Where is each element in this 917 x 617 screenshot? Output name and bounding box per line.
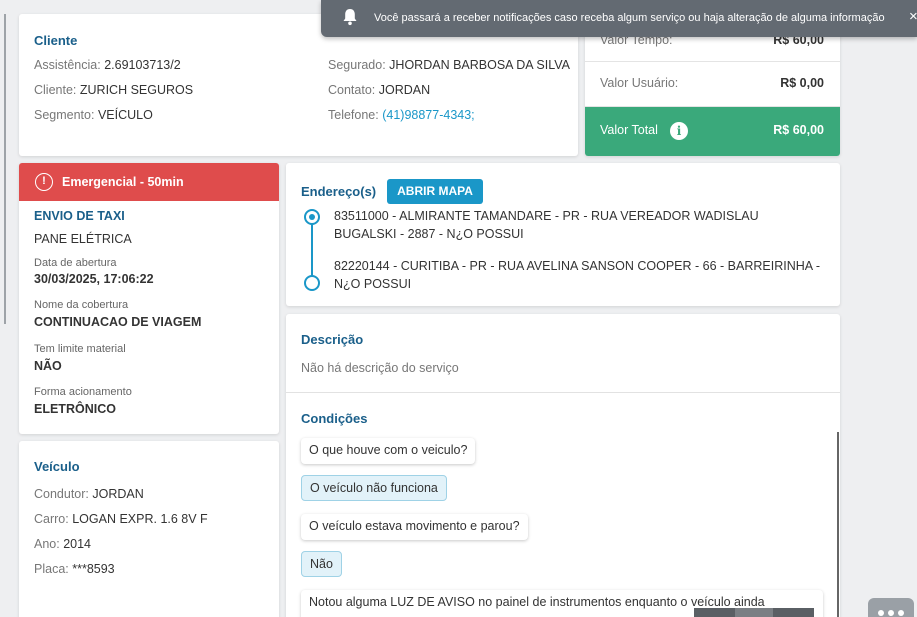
acionamento-label: Forma acionamento: [34, 386, 132, 398]
placa-label: Placa:: [34, 562, 69, 576]
notification-toast: Você passará a receber notificações caso…: [321, 0, 917, 37]
contato-label: Contato:: [328, 83, 376, 97]
ano-value: 2014: [63, 537, 92, 551]
chat-dot: [888, 610, 894, 616]
bottom-overlay-segment: [735, 608, 773, 617]
condicao-question: O que houve com o veiculo?: [301, 438, 476, 464]
veiculo-card: Veículo Condutor: JORDAN Carro: LOGAN EX…: [19, 441, 279, 617]
servico-tipo: ENVIO DE TAXI: [34, 209, 125, 223]
notification-text: Você passará a receber notificações caso…: [374, 12, 885, 24]
route-line: [311, 224, 313, 276]
valor-total-value: R$ 60,00: [773, 123, 824, 137]
chat-dot: [898, 610, 904, 616]
valor-usuario-label: Valor Usuário:: [600, 76, 679, 90]
telefone-link[interactable]: (41)98877-4343;: [382, 108, 474, 122]
cobertura-value: CONTINUACAO DE VIAGEM: [34, 315, 202, 329]
abertura-value: 30/03/2025, 17:06:22: [34, 272, 154, 286]
cliente-title: Cliente: [34, 33, 78, 48]
assistencia-label: Assistência:: [34, 58, 101, 72]
bottom-overlay: [694, 608, 814, 617]
endereco-card: Endereço(s) ABRIR MAPA 83511000 - ALMIRA…: [286, 163, 840, 306]
segmento-field: Segmento: VEÍCULO: [34, 108, 153, 122]
segurado-label: Segurado:: [328, 58, 386, 72]
condicao-question: O veículo estava movimento e parou?: [301, 514, 528, 540]
placa-field: Placa: ***8593: [34, 562, 115, 576]
condutor-label: Condutor:: [34, 487, 89, 501]
condutor-value: JORDAN: [92, 487, 144, 501]
assistencia-field: Assistência: 2.69103713/2: [34, 58, 181, 72]
contato-field: Contato: JORDAN: [328, 83, 430, 97]
carro-field: Carro: LOGAN EXPR. 1.6 8V F: [34, 512, 208, 526]
alert-icon: !: [35, 173, 53, 191]
divider: [286, 392, 840, 393]
emergencial-badge: ! Emergencial - 50min: [19, 163, 279, 201]
page-left-rule: [4, 14, 6, 324]
bell-icon: [343, 9, 357, 26]
servico-card: ! Emergencial - 50min ENVIO DE TAXI PANE…: [19, 163, 279, 434]
condutor-field: Condutor: JORDAN: [34, 487, 144, 501]
cliente-field: Cliente: ZURICH SEGUROS: [34, 83, 193, 97]
endereco-destino: 82220144 - CURITIBA - PR - RUA AVELINA S…: [334, 259, 821, 291]
descricao-text: Não há descrição do serviço: [301, 361, 459, 375]
servico-motivo: PANE ELÉTRICA: [34, 232, 132, 246]
endereco-origem: 83511000 - ALMIRANTE TAMANDARE - PR - RU…: [334, 209, 759, 241]
valor-usuario-row: Valor Usuário: R$ 0,00: [585, 62, 840, 107]
contato-value: JORDAN: [378, 83, 431, 97]
cobertura-label: Nome da cobertura: [34, 299, 129, 311]
assistencia-value: 2.69103713/2: [104, 58, 181, 72]
veiculo-title: Veículo: [34, 459, 80, 474]
limite-label: Tem limite material: [34, 343, 126, 355]
ano-field: Ano: 2014: [34, 537, 91, 551]
close-icon[interactable]: ×: [909, 8, 917, 25]
descricao-card: Descrição Não há descrição do serviço Co…: [286, 314, 840, 617]
segurado-field: Segurado: JHORDAN BARBOSA DA SILVA: [328, 58, 570, 72]
limite-value: NÃO: [34, 359, 62, 373]
endereco-title: Endereço(s): [301, 184, 377, 199]
chat-icon[interactable]: [868, 598, 914, 617]
valor-usuario-value: R$ 0,00: [780, 76, 824, 90]
cliente-value: ZURICH SEGUROS: [79, 83, 194, 97]
scrollbar[interactable]: [837, 432, 839, 617]
destination-marker-icon: [304, 275, 320, 291]
condicao-answer: O veículo não funciona: [301, 475, 447, 501]
info-icon[interactable]: i: [670, 122, 688, 140]
abrir-mapa-button[interactable]: ABRIR MAPA: [387, 179, 483, 204]
segmento-value: VEÍCULO: [97, 108, 153, 122]
condicao-answer: Não: [301, 551, 342, 577]
valor-total-row: Valor Total i R$ 60,00: [585, 107, 840, 156]
abertura-label: Data de abertura: [34, 257, 117, 269]
telefone-field: Telefone: (41)98877-4343;: [328, 108, 475, 122]
cliente-label: Cliente:: [34, 83, 77, 97]
segmento-label: Segmento:: [34, 108, 95, 122]
carro-label: Carro:: [34, 512, 69, 526]
telefone-label: Telefone:: [328, 108, 379, 122]
placa-value: ***8593: [72, 562, 115, 576]
carro-value: LOGAN EXPR. 1.6 8V F: [72, 512, 208, 526]
ano-label: Ano:: [34, 537, 60, 551]
valor-total-label: Valor Total: [600, 123, 658, 137]
segurado-value: JHORDAN BARBOSA DA SILVA: [389, 58, 571, 72]
chat-dot: [878, 610, 884, 616]
acionamento-value: ELETRÔNICO: [34, 402, 116, 416]
descricao-title: Descrição: [301, 332, 364, 347]
emergencial-text: Emergencial - 50min: [62, 175, 184, 189]
origin-marker-icon: [304, 209, 320, 225]
condicoes-title: Condições: [301, 411, 368, 426]
